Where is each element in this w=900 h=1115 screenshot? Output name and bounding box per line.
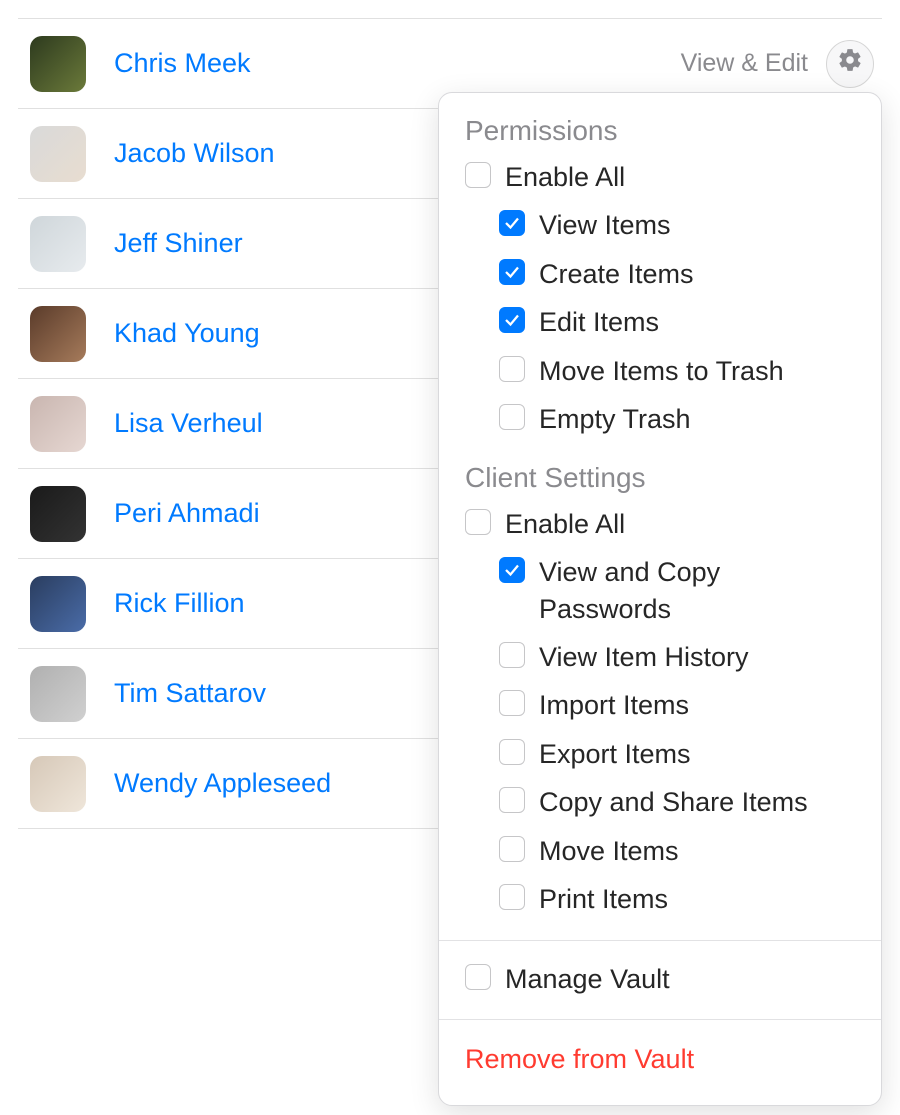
permissions-enable-all-checkbox[interactable]: Enable All [439, 153, 881, 201]
checkbox-icon [499, 404, 525, 430]
permissions-heading: Permissions [439, 115, 881, 153]
checkbox-icon [499, 690, 525, 716]
permission-edit-items-checkbox[interactable]: Edit Items [439, 298, 881, 346]
client-enable-all-checkbox[interactable]: Enable All [439, 500, 881, 548]
checkbox-label: Move Items [539, 833, 679, 869]
checkbox-label: Manage Vault [505, 961, 670, 997]
checkbox-icon [499, 356, 525, 382]
checkbox-label: View Item History [539, 639, 749, 675]
checkbox-label: Empty Trash [539, 401, 691, 437]
avatar [30, 756, 86, 812]
manage-vault-checkbox[interactable]: Manage Vault [439, 955, 881, 1003]
checkbox-icon [499, 557, 525, 583]
avatar [30, 36, 86, 92]
permissions-popover: Permissions Enable All View Items Create… [438, 92, 882, 1106]
user-role-label: View & Edit [681, 49, 808, 78]
checkbox-icon [465, 964, 491, 990]
remove-from-vault-button[interactable]: Remove from Vault [439, 1034, 881, 1095]
checkbox-icon [465, 162, 491, 188]
client-copy-share-items-checkbox[interactable]: Copy and Share Items [439, 778, 881, 826]
avatar [30, 576, 86, 632]
checkbox-label: View and Copy Passwords [539, 554, 855, 627]
client-import-items-checkbox[interactable]: Import Items [439, 681, 881, 729]
permission-empty-trash-checkbox[interactable]: Empty Trash [439, 395, 881, 443]
checkbox-icon [499, 210, 525, 236]
checkbox-icon [499, 884, 525, 910]
divider [439, 1019, 881, 1020]
checkbox-icon [499, 787, 525, 813]
avatar [30, 306, 86, 362]
client-move-items-checkbox[interactable]: Move Items [439, 827, 881, 875]
checkbox-label: Create Items [539, 256, 694, 292]
permission-move-to-trash-checkbox[interactable]: Move Items to Trash [439, 347, 881, 395]
avatar [30, 666, 86, 722]
checkbox-icon [499, 307, 525, 333]
checkbox-label: View Items [539, 207, 671, 243]
checkbox-label: Enable All [505, 159, 625, 195]
avatar [30, 396, 86, 452]
avatar [30, 126, 86, 182]
gear-icon [837, 47, 863, 80]
client-view-copy-passwords-checkbox[interactable]: View and Copy Passwords [439, 548, 881, 633]
client-settings-heading: Client Settings [439, 462, 881, 500]
checkbox-icon [499, 259, 525, 285]
avatar [30, 486, 86, 542]
client-export-items-checkbox[interactable]: Export Items [439, 730, 881, 778]
checkbox-icon [465, 509, 491, 535]
user-name-link[interactable]: Chris Meek [114, 48, 681, 79]
permission-view-items-checkbox[interactable]: View Items [439, 201, 881, 249]
checkbox-label: Import Items [539, 687, 689, 723]
checkbox-label: Export Items [539, 736, 691, 772]
checkbox-icon [499, 739, 525, 765]
avatar [30, 216, 86, 272]
permission-create-items-checkbox[interactable]: Create Items [439, 250, 881, 298]
checkbox-icon [499, 642, 525, 668]
checkbox-label: Edit Items [539, 304, 659, 340]
checkbox-label: Move Items to Trash [539, 353, 784, 389]
checkbox-label: Enable All [505, 506, 625, 542]
vault-users-panel: Chris Meek View & Edit Jacob Wilson Jeff… [0, 0, 900, 829]
checkbox-icon [499, 836, 525, 862]
divider [439, 940, 881, 941]
client-view-history-checkbox[interactable]: View Item History [439, 633, 881, 681]
checkbox-label: Print Items [539, 881, 668, 917]
checkbox-label: Copy and Share Items [539, 784, 808, 820]
client-print-items-checkbox[interactable]: Print Items [439, 875, 881, 923]
gear-button[interactable] [826, 40, 874, 88]
